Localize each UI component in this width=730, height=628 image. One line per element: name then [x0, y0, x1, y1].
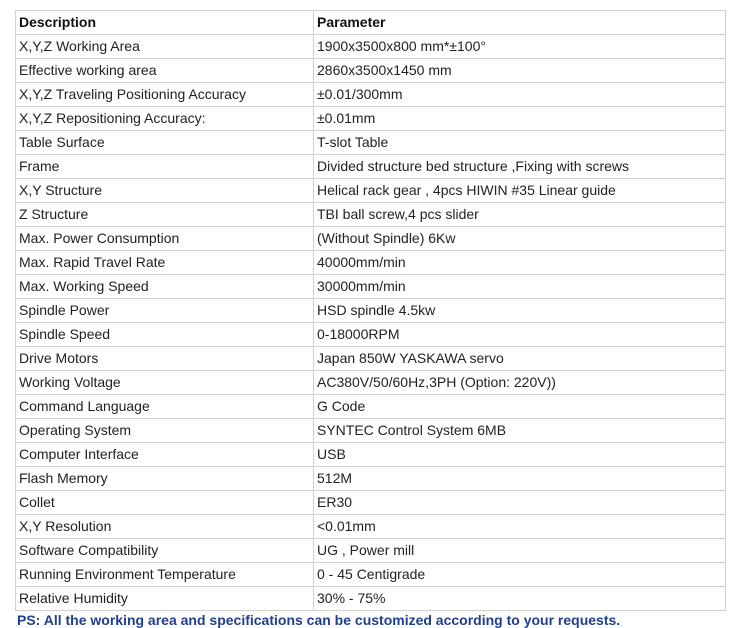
table-row: X,Y Resolution <0.01mm: [15, 514, 726, 539]
parameter-cell: <0.01mm: [313, 514, 726, 539]
description-cell: X,Y,Z Traveling Positioning Accuracy: [15, 82, 314, 107]
table-row: Z Structure TBI ball screw,4 pcs slider: [15, 202, 726, 227]
header-parameter: Parameter: [313, 10, 726, 35]
customization-note: PS: All the working area and specificati…: [17, 612, 621, 628]
description-cell: Max. Rapid Travel Rate: [15, 250, 314, 275]
description-cell: X,Y Structure: [15, 178, 314, 203]
parameter-cell: Divided structure bed structure ,Fixing …: [313, 154, 726, 179]
description-cell: Z Structure: [15, 202, 314, 227]
parameter-cell: USB: [313, 442, 726, 467]
table-row: X,Y Structure Helical rack gear , 4pcs HI…: [15, 178, 726, 203]
parameter-cell: UG , Power mill: [313, 538, 726, 563]
description-cell: Command Language: [15, 394, 314, 419]
description-cell: Max. Power Consumption: [15, 226, 314, 251]
description-cell: Effective working area: [15, 58, 314, 83]
parameter-cell: G Code: [313, 394, 726, 419]
table-row: X,Y,Z Working Area 1900x3500x800 mm*±100°: [15, 34, 726, 59]
description-cell: X,Y,Z Working Area: [15, 34, 314, 59]
description-cell: Software Compatibility: [15, 538, 314, 563]
parameter-cell: AC380V/50/60Hz,3PH (Option: 220V)): [313, 370, 726, 395]
table-header-row: Description Parameter: [15, 10, 726, 35]
description-cell: Collet: [15, 490, 314, 515]
parameter-cell: 1900x3500x800 mm*±100°: [313, 34, 726, 59]
table-row: Table Surface T-slot Table: [15, 130, 726, 155]
description-cell: X,Y Resolution: [15, 514, 314, 539]
parameter-cell: 30% - 75%: [313, 586, 726, 611]
table-row: Max. Rapid Travel Rate 40000mm/min: [15, 250, 726, 275]
table-row: Max. Power Consumption (Without Spindle) …: [15, 226, 726, 251]
table-row: X,Y,Z Repositioning Accuracy: ±0.01mm: [15, 106, 726, 131]
parameter-cell: ±0.01mm: [313, 106, 726, 131]
parameter-cell: 40000mm/min: [313, 250, 726, 275]
parameter-cell: (Without Spindle) 6Kw: [313, 226, 726, 251]
header-description: Description: [15, 10, 314, 35]
parameter-cell: SYNTEC Control System 6MB: [313, 418, 726, 443]
spec-table: Description Parameter X,Y,Z Working Area…: [15, 10, 726, 611]
parameter-cell: HSD spindle 4.5kw: [313, 298, 726, 323]
description-cell: Frame: [15, 154, 314, 179]
table-row: Running Environment Temperature 0 - 45 Ce…: [15, 562, 726, 587]
table-row: Spindle Power HSD spindle 4.5kw: [15, 298, 726, 323]
table-row: Frame Divided structure bed structure ,Fi…: [15, 154, 726, 179]
table-row: Computer Interface USB: [15, 442, 726, 467]
table-body: X,Y,Z Working Area 1900x3500x800 mm*±100°…: [15, 34, 726, 611]
description-cell: Computer Interface: [15, 442, 314, 467]
table-row: Max. Working Speed 30000mm/min: [15, 274, 726, 299]
parameter-cell: 0-18000RPM: [313, 322, 726, 347]
description-cell: Max. Working Speed: [15, 274, 314, 299]
table-row: Relative Humidity 30% - 75%: [15, 586, 726, 611]
description-cell: Operating System: [15, 418, 314, 443]
table-row: Drive Motors Japan 850W YASKAWA servo: [15, 346, 726, 371]
description-cell: Spindle Speed: [15, 322, 314, 347]
table-row: Flash Memory 512M: [15, 466, 726, 491]
parameter-cell: T-slot Table: [313, 130, 726, 155]
table-row: Working Voltage AC380V/50/60Hz,3PH (Optio…: [15, 370, 726, 395]
description-cell: Table Surface: [15, 130, 314, 155]
parameter-cell: ±0.01/300mm: [313, 82, 726, 107]
table-row: Operating System SYNTEC Control System 6M…: [15, 418, 726, 443]
table-row: Spindle Speed 0-18000RPM: [15, 322, 726, 347]
table-row: X,Y,Z Traveling Positioning Accuracy ±0.0…: [15, 82, 726, 107]
description-cell: Relative Humidity: [15, 586, 314, 611]
description-cell: Running Environment Temperature: [15, 562, 314, 587]
table-row: Effective working area 2860x3500x1450 mm: [15, 58, 726, 83]
description-cell: Drive Motors: [15, 346, 314, 371]
parameter-cell: TBI ball screw,4 pcs slider: [313, 202, 726, 227]
parameter-cell: 2860x3500x1450 mm: [313, 58, 726, 83]
parameter-cell: ER30: [313, 490, 726, 515]
parameter-cell: 0 - 45 Centigrade: [313, 562, 726, 587]
description-cell: X,Y,Z Repositioning Accuracy:: [15, 106, 314, 131]
description-cell: Working Voltage: [15, 370, 314, 395]
description-cell: Spindle Power: [15, 298, 314, 323]
parameter-cell: Helical rack gear , 4pcs HIWIN #35 Linea…: [313, 178, 726, 203]
parameter-cell: 30000mm/min: [313, 274, 726, 299]
parameter-cell: 512M: [313, 466, 726, 491]
table-row: Software Compatibility UG , Power mill: [15, 538, 726, 563]
parameter-cell: Japan 850W YASKAWA servo: [313, 346, 726, 371]
table-row: Command Language G Code: [15, 394, 726, 419]
description-cell: Flash Memory: [15, 466, 314, 491]
table-row: Collet ER30: [15, 490, 726, 515]
